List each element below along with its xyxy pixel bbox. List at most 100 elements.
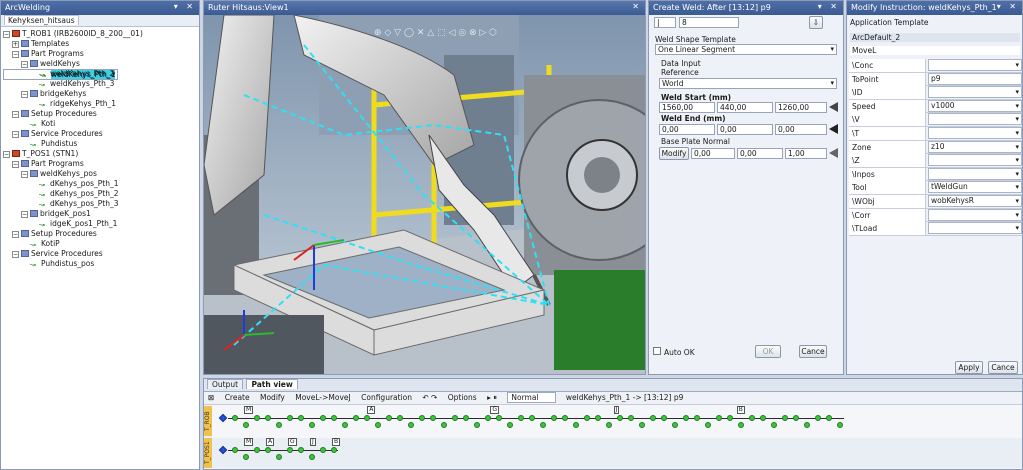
target-point[interactable] xyxy=(353,415,359,421)
argument-row[interactable]: Tool tWeldGun xyxy=(849,181,1022,195)
target-point[interactable] xyxy=(408,422,414,428)
target-point[interactable] xyxy=(595,415,601,421)
argument-row[interactable]: \WObj wobKehysR xyxy=(849,194,1022,209)
undo-redo-icon[interactable]: ↶ ↷ xyxy=(422,393,437,402)
instruction-marker[interactable]: B xyxy=(332,438,341,446)
collapse-icon[interactable]: − xyxy=(21,211,28,218)
pin-button[interactable]: ⇩ xyxy=(809,16,823,29)
tree-node[interactable]: − Service Procedures xyxy=(3,129,199,139)
target-point[interactable] xyxy=(243,454,249,460)
tree-node[interactable]: − weldKehys xyxy=(3,59,199,69)
tree-node[interactable]: ↝ Puhdistus_pos xyxy=(3,259,199,269)
normal-x[interactable]: 0,00 xyxy=(691,148,735,159)
argument-row[interactable]: \ID xyxy=(849,86,1022,100)
target-point[interactable] xyxy=(628,415,634,421)
instruction-marker[interactable]: M xyxy=(244,438,254,446)
target-point[interactable] xyxy=(705,422,711,428)
target-point[interactable] xyxy=(342,422,348,428)
target-point[interactable] xyxy=(507,422,513,428)
target-point[interactable] xyxy=(727,415,733,421)
target-point[interactable] xyxy=(232,415,238,421)
apply-button[interactable]: Apply xyxy=(955,361,983,374)
target-point[interactable] xyxy=(320,447,326,453)
argument-row[interactable]: Zone z10 xyxy=(849,140,1022,155)
collapse-icon[interactable]: − xyxy=(21,61,28,68)
target-point[interactable] xyxy=(430,415,436,421)
panel-controls[interactable]: ▾ ✕ xyxy=(997,2,1019,11)
target-point[interactable] xyxy=(606,422,612,428)
create-menu[interactable]: Create xyxy=(225,393,250,402)
marker-field[interactable]: | xyxy=(654,17,676,28)
target-point[interactable] xyxy=(287,415,293,421)
tree-node[interactable]: − T_ROB1 (IRB2600ID_8_200__01) xyxy=(3,29,199,39)
application-template-value[interactable]: ArcDefault_2 xyxy=(850,33,1020,42)
name-field[interactable]: 8 xyxy=(679,17,739,28)
view-close-icon[interactable]: ✕ xyxy=(632,2,642,11)
track-pos-timeline[interactable]: MAGJB xyxy=(214,438,1022,468)
cancel-modify-button[interactable]: Cance xyxy=(988,361,1018,374)
tree-node[interactable]: ↝ Koti xyxy=(3,119,199,129)
target-point[interactable] xyxy=(298,447,304,453)
modify-menu[interactable]: Modify xyxy=(260,393,285,402)
argument-row[interactable]: ToPoint p9 xyxy=(849,72,1022,87)
target-point[interactable] xyxy=(386,415,392,421)
modify-button[interactable]: Modify xyxy=(659,147,689,160)
target-point[interactable] xyxy=(254,447,260,453)
configuration-menu[interactable]: Configuration xyxy=(361,393,412,402)
target-point[interactable] xyxy=(540,422,546,428)
tree-node[interactable]: − Setup Procedures xyxy=(3,109,199,119)
target-point[interactable] xyxy=(760,415,766,421)
target-point[interactable] xyxy=(320,415,326,421)
tree-node[interactable]: − Part Programs xyxy=(3,49,199,59)
target-point[interactable] xyxy=(826,415,832,421)
play-icon[interactable]: ▸ ⏸ xyxy=(487,393,497,402)
instruction-marker[interactable]: G xyxy=(490,406,500,414)
instruction-marker[interactable]: G xyxy=(288,438,297,446)
target-point[interactable] xyxy=(243,422,249,428)
tree-node[interactable]: ↝ Puhdistus xyxy=(3,139,199,149)
target-point[interactable] xyxy=(309,454,315,460)
weld-end-y[interactable]: 0,00 xyxy=(717,124,773,135)
robot-cell-3d-viewport[interactable]: ⊕ ◇ ▽ ◯ ✕ △ ⬚ ◁ ◎ ⊗ ▷ ⬡ xyxy=(204,15,646,375)
tree-node[interactable]: + Templates xyxy=(3,39,199,49)
panel-controls[interactable]: ▾ ✕ xyxy=(174,2,196,11)
instruction-marker[interactable]: B xyxy=(736,406,745,414)
tree-node[interactable]: − weldKehys_pos xyxy=(3,169,199,179)
target-point[interactable] xyxy=(441,422,447,428)
target-point[interactable] xyxy=(749,415,755,421)
argument-value[interactable]: tWeldGun xyxy=(928,181,1022,194)
tree-node[interactable]: − Part Programs xyxy=(3,159,199,169)
target-point[interactable] xyxy=(265,415,271,421)
target-point[interactable] xyxy=(584,415,590,421)
target-point[interactable] xyxy=(815,415,821,421)
argument-row[interactable]: \Z xyxy=(849,154,1022,168)
target-point[interactable] xyxy=(232,447,238,453)
collapse-icon[interactable]: − xyxy=(12,131,19,138)
pick-normal-icon[interactable] xyxy=(829,148,838,158)
target-point[interactable] xyxy=(496,415,502,421)
tree-node[interactable]: ↝ idgeK_pos1_Pth_1 xyxy=(3,219,199,229)
target-point[interactable] xyxy=(298,415,304,421)
collapse-icon[interactable]: − xyxy=(21,91,28,98)
weld-shape-select[interactable]: One Linear Segment xyxy=(655,44,837,55)
tree-node[interactable]: ↝ KotiP xyxy=(3,239,199,249)
target-point[interactable] xyxy=(694,415,700,421)
argument-row[interactable]: \Conc xyxy=(849,59,1022,73)
target-point[interactable] xyxy=(331,447,337,453)
tree-node[interactable]: ↝ weldKehys_Pth_2 xyxy=(3,69,199,79)
tree-node[interactable]: − Service Procedures xyxy=(3,249,199,259)
target-point[interactable] xyxy=(287,447,293,453)
ok-button[interactable]: OK xyxy=(755,345,781,358)
instruction-marker[interactable]: A xyxy=(266,438,275,446)
target-point[interactable] xyxy=(837,422,843,428)
target-point[interactable] xyxy=(573,422,579,428)
target-point[interactable] xyxy=(419,415,425,421)
target-point[interactable] xyxy=(463,415,469,421)
collapse-icon[interactable]: − xyxy=(3,151,10,158)
tree-node[interactable]: − Setup Procedures xyxy=(3,229,199,239)
argument-row[interactable]: \T xyxy=(849,126,1022,141)
panel-controls[interactable]: ▾ ✕ xyxy=(818,2,840,11)
argument-row[interactable]: \TLoad xyxy=(849,222,1022,236)
target-point[interactable] xyxy=(331,415,337,421)
target-point[interactable] xyxy=(265,447,271,453)
